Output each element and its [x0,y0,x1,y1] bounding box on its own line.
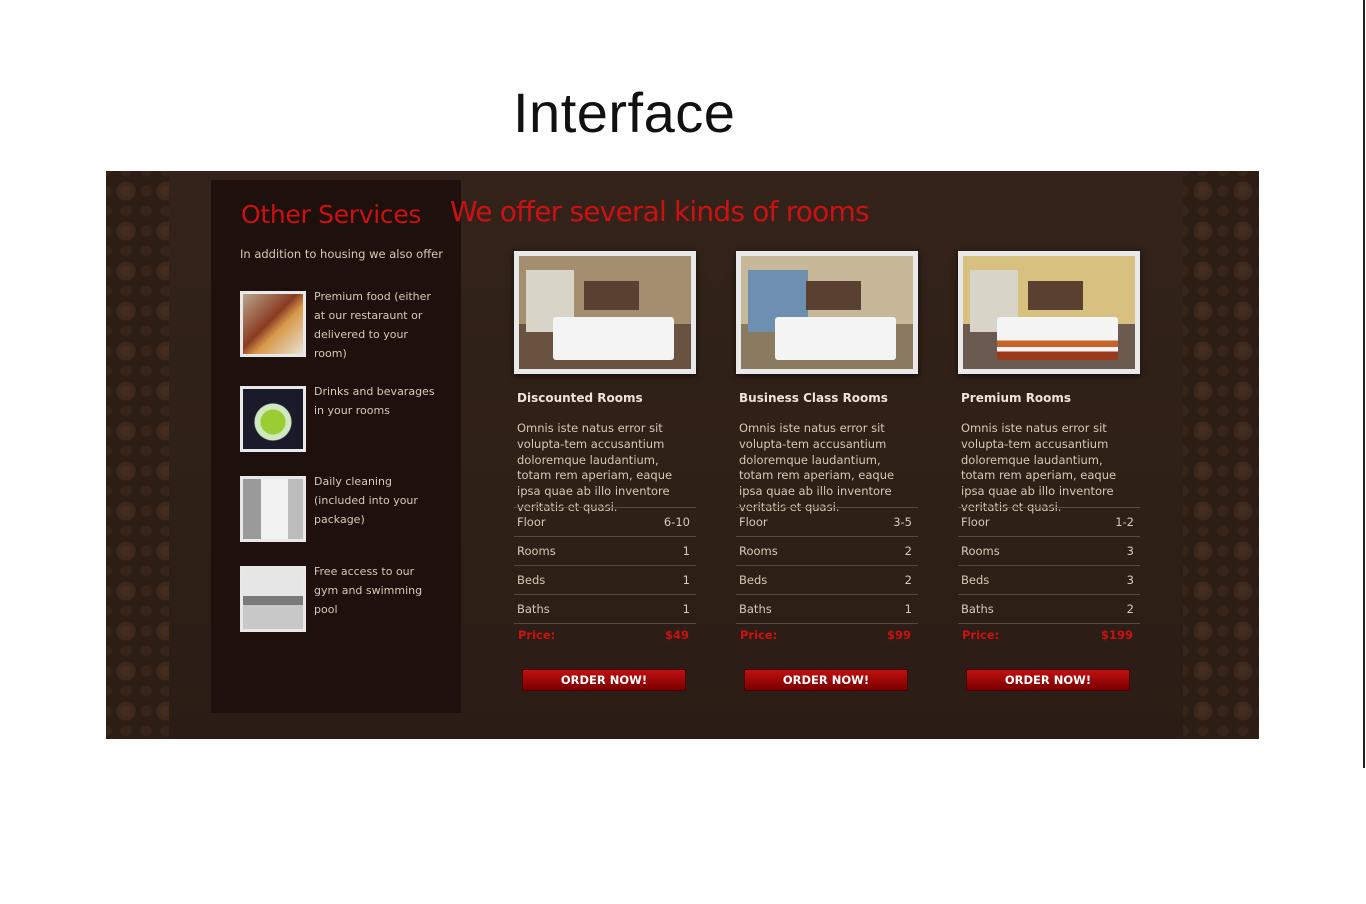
spec-value: 3 [1126,573,1134,587]
room-name: Discounted Rooms [517,391,643,405]
spec-row-beds: Beds 1 [514,566,696,595]
price-value: $199 [1100,628,1133,642]
decorative-pattern-right [1183,171,1259,739]
spec-label: Floor [739,515,768,529]
slide-border [1363,0,1365,768]
spec-label: Baths [961,602,994,616]
spec-row-beds: Beds 2 [736,566,918,595]
spec-label: Baths [517,602,550,616]
service-item-food: Premium food (either at our restaraunt o… [240,290,440,360]
service-item-cleaning: Daily cleaning (included into your packa… [240,475,440,542]
drink-image [240,386,306,452]
food-image [240,291,306,357]
price-label: Price: [962,628,1000,642]
spec-label: Floor [517,515,546,529]
order-now-button[interactable]: ORDER NOW! [744,669,908,691]
price-label: Price: [740,628,778,642]
room-description: Omnis iste natus error sit volupta-tem a… [961,421,1117,514]
price-label: Price: [518,628,556,642]
rooms-heading: We offer several kinds of rooms [450,195,870,228]
spec-label: Baths [739,602,772,616]
spec-value: 6-10 [663,515,690,529]
spec-value: 2 [904,544,912,558]
spec-row-baths: Baths 1 [514,595,696,624]
room-card-discounted: Discounted Rooms Omnis iste natus error … [514,251,698,691]
room-specs: Floor 6-10 Rooms 1 Beds 1 Baths 1 [514,507,696,624]
service-text: Premium food (either at our restaraunt o… [314,290,431,360]
room-card-premium: Premium Rooms Omnis iste natus error sit… [958,251,1142,691]
slide-title: Interface [513,81,736,144]
spec-row-baths: Baths 2 [958,595,1140,624]
spec-value: 2 [1126,602,1134,616]
order-now-button[interactable]: ORDER NOW! [966,669,1130,691]
room-specs: Floor 1-2 Rooms 3 Beds 3 Baths 2 [958,507,1140,624]
spec-label: Rooms [739,544,778,558]
service-text: Free access to our gym and swimming pool [314,565,423,616]
spec-row-floor: Floor 3-5 [736,508,918,537]
price-value: $99 [886,628,911,642]
price-row: Price: $199 [958,628,1140,644]
price-row: Price: $99 [736,628,918,644]
spec-value: 1 [682,544,690,558]
spec-value: 3 [1126,544,1134,558]
room-description: Omnis iste natus error sit volupta-tem a… [739,421,895,514]
room-description: Omnis iste natus error sit volupta-tem a… [517,421,673,514]
spec-row-rooms: Rooms 3 [958,537,1140,566]
spec-value: 1 [682,573,690,587]
sidebar-title: Other Services [241,200,422,229]
spec-value: 1 [682,602,690,616]
spec-value: 1-2 [1115,515,1134,529]
sidebar-intro: In addition to housing we also offer [240,247,443,261]
service-item-drinks: Drinks and bevarages in your rooms [240,385,440,452]
spec-value: 1 [904,602,912,616]
spec-row-beds: Beds 3 [958,566,1140,595]
room-name: Premium Rooms [961,391,1072,405]
room-photo [958,251,1140,374]
room-specs: Floor 3-5 Rooms 2 Beds 2 Baths 1 [736,507,918,624]
room-photo [514,251,696,374]
spec-value: 3-5 [893,515,912,529]
service-text: Drinks and bevarages in your rooms [314,385,435,417]
website-screenshot: Other Services In addition to housing we… [106,171,1259,739]
spec-label: Floor [961,515,990,529]
spec-label: Beds [961,573,990,587]
spec-row-rooms: Rooms 1 [514,537,696,566]
spec-label: Rooms [961,544,1000,558]
price-value: $49 [664,628,689,642]
decorative-pattern-left [106,171,169,739]
sidebar-other-services: Other Services In addition to housing we… [211,180,461,713]
spec-row-floor: Floor 1-2 [958,508,1140,537]
service-text: Daily cleaning (included into your packa… [314,475,418,526]
order-now-button[interactable]: ORDER NOW! [522,669,686,691]
price-row: Price: $49 [514,628,696,644]
room-photo [736,251,918,374]
spec-value: 2 [904,573,912,587]
spec-row-floor: Floor 6-10 [514,508,696,537]
spec-label: Rooms [517,544,556,558]
spec-row-baths: Baths 1 [736,595,918,624]
room-card-business: Business Class Rooms Omnis iste natus er… [736,251,920,691]
towel-image [240,476,306,542]
spec-row-rooms: Rooms 2 [736,537,918,566]
spec-label: Beds [517,573,546,587]
room-name: Business Class Rooms [739,391,888,405]
service-item-gym: Free access to our gym and swimming pool [240,565,440,632]
gym-image [240,566,306,632]
spec-label: Beds [739,573,768,587]
